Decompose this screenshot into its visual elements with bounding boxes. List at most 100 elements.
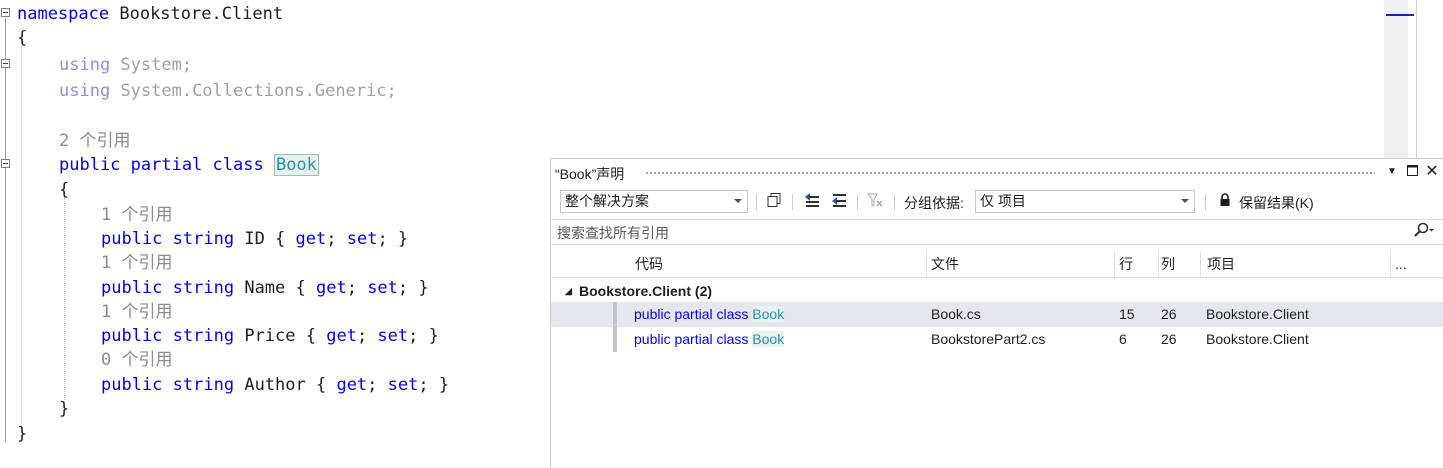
keyword: string [172,278,235,298]
punctuation: ; } [418,375,450,395]
code-line-13: public string Price { get; set; } [101,324,439,348]
keyword: public [101,375,163,395]
namespace-name: System; [110,55,193,75]
column-header-more[interactable]: ... [1389,251,1419,277]
next-location-icon[interactable] [829,192,849,212]
class-name-highlight[interactable]: Book [273,154,319,176]
result-code: public partial class Book [634,302,785,327]
code-line-6: public partial class Book [59,153,319,177]
keyword: public [101,278,163,298]
scope-dropdown[interactable]: 整个解决方案 [560,190,748,213]
column-header-column[interactable]: 列 [1155,251,1201,277]
result-column: 26 [1161,306,1177,322]
group-by-label: 分组依据: [904,195,964,211]
keyword: public [101,229,163,249]
previous-location-icon[interactable] [802,192,822,212]
copy-icon[interactable] [764,192,784,212]
property-name: Name { [234,278,316,298]
fold-guide-namespace [5,18,6,442]
find-references-panel: “Book”声明 ▼ ✕ 整个解决方案 分组依据: 仅 项目 保留结果(K) 搜… [550,158,1443,468]
toolbar-separator [792,194,793,210]
punctuation: ; [326,229,347,249]
code-line-17: } [17,424,28,444]
keyword: set [367,278,398,298]
column-header-file[interactable]: 文件 [925,251,1115,277]
code-line-3: using System; [59,53,192,77]
property-name: Price { [234,326,327,346]
result-group-label: Bookstore.Client (2) [579,279,712,303]
results-column-headers: 代码 文件 行 列 项目 ... [551,251,1443,278]
collapse-class-icon[interactable] [1,159,10,168]
punctuation: ; [346,278,368,298]
keyword: string [172,375,235,395]
row-indent-bar [613,327,617,352]
keyword: set [387,375,419,395]
table-row[interactable]: public partial class Book Book.cs 15 26 … [551,302,1443,327]
collapse-namespace-icon[interactable] [1,8,10,17]
search-icon[interactable] [1414,222,1434,242]
class-name: Book [752,331,785,347]
maximize-icon[interactable] [1403,163,1421,181]
panel-title: “Book”声明 [555,166,625,182]
reference-count-hint[interactable]: 1 个引用 [101,203,172,227]
code-line-16: } [59,399,70,419]
dropdown-arrow-icon [734,199,742,203]
punctuation: ; [367,375,388,395]
result-file: Book.cs [931,306,981,322]
keep-results-label: 保留结果(K) [1239,195,1314,211]
result-line: 6 [1119,331,1127,347]
code-line-7: { [59,180,70,200]
row-indent-bar [613,302,617,327]
collapse-usings-icon[interactable] [1,59,10,68]
reference-count-hint[interactable]: 0 个引用 [101,348,172,372]
namespace-name: Bookstore.Client [109,4,284,24]
search-references-box [551,219,1443,245]
toolbar-separator [756,194,757,210]
scope-dropdown-value: 整个解决方案 [565,193,649,209]
dropdown-arrow-icon [1181,199,1189,203]
code-line-15: public string Author { get; set; } [101,373,449,397]
panel-title-bar[interactable]: “Book”声明 ▼ ✕ [551,159,1443,187]
keyword: public partial class [634,331,749,347]
punctuation: ; } [377,229,409,249]
code-line-2: { [17,28,28,48]
group-by-dropdown[interactable]: 仅 项目 [975,190,1195,213]
panel-toolbar: 整个解决方案 分组依据: 仅 项目 保留结果(K) [551,187,1443,217]
property-name: ID { [234,229,296,249]
property-name: Author { [234,375,337,395]
table-row[interactable]: public partial class Book BookstorePart2… [551,327,1443,352]
code-line-1: namespace Bookstore.Client [17,2,283,26]
search-input[interactable] [555,222,1409,244]
clear-filter-icon[interactable] [865,192,885,212]
scrollbar-caret-marker [1386,14,1414,16]
keyword: namespace [17,4,110,24]
punctuation: ; } [408,326,439,346]
keyword: string [172,326,235,346]
toolbar-separator [857,194,858,210]
close-icon[interactable]: ✕ [1423,163,1441,181]
keyword: get [295,229,327,249]
code-line-4: using System.Collections.Generic; [59,79,397,103]
expand-triangle-icon[interactable]: ◢ [565,279,572,303]
namespace-name: System.Collections.Generic; [110,81,397,101]
keyword: public partial class [59,155,264,175]
result-group-row[interactable]: ◢ Bookstore.Client (2) [551,279,1443,303]
result-project: Bookstore.Client [1206,306,1309,322]
reference-count-hint[interactable]: 1 个引用 [101,251,172,275]
code-line-9: public string ID { get; set; } [101,227,408,251]
reference-count-hint[interactable]: 2 个引用 [59,129,130,153]
keyword: set [346,229,378,249]
drag-grip[interactable] [645,171,1375,176]
lock-icon [1215,192,1235,212]
chevron-down-icon[interactable]: ▼ [1383,163,1401,181]
result-file: BookstorePart2.cs [931,331,1046,347]
group-count: (2) [694,283,713,299]
column-header-code[interactable]: 代码 [629,251,927,277]
keyword: string [172,229,235,249]
toolbar-separator [894,194,895,210]
column-header-project[interactable]: 项目 [1201,251,1391,277]
column-header-line[interactable]: 行 [1113,251,1159,277]
punctuation: ; [356,326,378,346]
keyword: get [336,375,368,395]
reference-count-hint[interactable]: 1 个引用 [101,300,172,324]
